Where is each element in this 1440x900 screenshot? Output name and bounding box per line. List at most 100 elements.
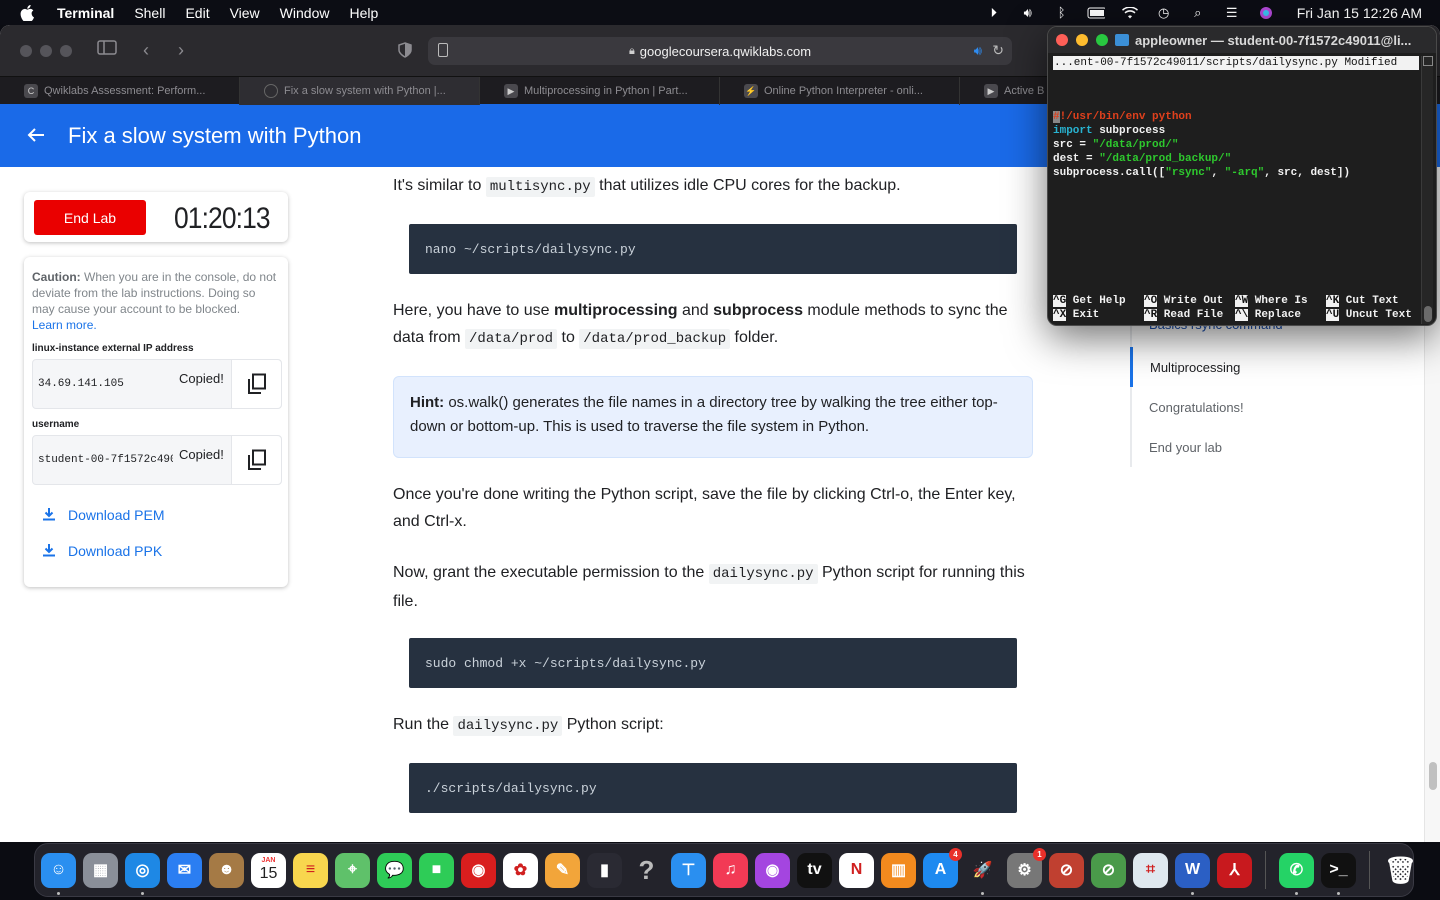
tab-qwiklabs-assessment[interactable]: C Qwiklabs Assessment: Perform... <box>0 77 240 105</box>
dock-app-whatsapp[interactable]: ✆ <box>1279 852 1314 895</box>
menubar-clock[interactable]: Fri Jan 15 12:26 AM <box>1297 5 1422 21</box>
forward-nav-icon[interactable]: › <box>178 40 184 61</box>
code-block-chmod[interactable]: sudo chmod +x ~/scripts/dailysync.py <box>409 638 1017 688</box>
dock-app-help[interactable]: ? <box>629 853 664 888</box>
page-scrollbar-thumb[interactable] <box>1429 762 1437 790</box>
volume-icon[interactable]: 🔊︎ <box>1019 5 1037 20</box>
dock-app-keynote[interactable]: ⊤ <box>671 852 706 888</box>
dock-trash[interactable]: 🗑 <box>1383 853 1418 888</box>
dock-app-blocked-app[interactable]: ⊘ <box>1049 852 1084 888</box>
reader-view-icon[interactable] <box>438 43 448 57</box>
dock-app-photo-booth[interactable]: ◉ <box>461 852 496 888</box>
dock-app-notes[interactable]: ≡ <box>293 852 328 888</box>
dock-app-finder[interactable]: ☺ <box>41 852 76 895</box>
terminal-scrollbar-thumb[interactable] <box>1424 306 1432 322</box>
dock-app-app-store[interactable]: A4 <box>923 847 962 888</box>
code-block-nano[interactable]: nano ~/scripts/dailysync.py <box>409 224 1017 274</box>
menu-app-name[interactable]: Terminal <box>57 5 114 21</box>
control-center-icon[interactable]: ☰ <box>1223 5 1241 20</box>
dock-app-python-launcher[interactable]: 🚀 <box>965 853 1000 895</box>
tab-audio-icon[interactable]: 🔊︎ <box>974 43 982 59</box>
dock-app-blocked-app-2[interactable]: ⊘ <box>1091 852 1126 888</box>
dock-app-music[interactable]: ♫ <box>713 852 748 888</box>
tab-fix-slow-system[interactable]: Fix a slow system with Python |... <box>240 77 480 105</box>
spotlight-icon[interactable]: ⌕ <box>1189 5 1207 20</box>
dock-app-facetime[interactable]: ■ <box>419 852 454 888</box>
download-ppk-label[interactable]: Download PPK <box>68 543 162 559</box>
copy-ip-button[interactable] <box>231 360 281 408</box>
time-machine-icon[interactable]: ◷ <box>1155 5 1173 20</box>
menu-help[interactable]: Help <box>349 5 378 21</box>
ip-address-value[interactable]: 34.69.141.105 <box>38 378 173 390</box>
dock-app-numbers[interactable]: ▮ <box>587 852 622 888</box>
terminal-scrollbar[interactable] <box>1421 56 1433 324</box>
tab-multiprocessing-video[interactable]: ▶ Multiprocessing in Python | Part... <box>480 77 720 105</box>
terminal-minimize-button[interactable] <box>1076 34 1088 46</box>
code-line: dest = "/data/prod_backup/" <box>1053 152 1350 166</box>
siri-icon[interactable] <box>1257 6 1275 20</box>
menu-view[interactable]: View <box>230 5 260 21</box>
wifi-icon[interactable] <box>1121 6 1139 20</box>
dock-app-contacts[interactable]: ☻ <box>209 852 244 888</box>
dock-app-maps[interactable]: ⌖ <box>335 852 370 888</box>
toc-item-end-lab[interactable]: End your lab <box>1130 427 1380 467</box>
dock-app-mail[interactable]: ✉ <box>167 852 202 888</box>
back-arrow-icon[interactable] <box>26 123 46 149</box>
dock-app-photos[interactable]: ✿ <box>503 852 538 888</box>
dock-app-terminal[interactable]: >_ <box>1321 852 1356 895</box>
notification-badge: 4 <box>949 847 962 861</box>
minimize-window-button[interactable] <box>40 44 52 57</box>
download-pem-label[interactable]: Download PEM <box>68 507 165 523</box>
photos-icon: ✿ <box>513 862 528 879</box>
battery-icon[interactable] <box>1087 6 1105 20</box>
dock-app-preview[interactable]: ⌗ <box>1133 852 1168 888</box>
back-nav-icon[interactable]: ‹ <box>143 40 149 61</box>
toc-item-congratulations[interactable]: Congratulations! <box>1130 387 1380 427</box>
toc-item-multiprocessing[interactable]: Multiprocessing <box>1130 347 1380 387</box>
acrobat-reader-icon: ⅄ <box>1229 862 1240 879</box>
menu-edit[interactable]: Edit <box>185 5 209 21</box>
menu-shell[interactable]: Shell <box>134 5 165 21</box>
reload-icon[interactable]: ↻ <box>992 42 1004 59</box>
dock-app-calendar[interactable]: JAN 15 <box>251 852 286 888</box>
terminal-titlebar[interactable]: appleowner — student-00-7f1572c49011@li.… <box>1048 27 1436 53</box>
end-lab-button[interactable]: End Lab <box>34 200 146 235</box>
ip-address-field[interactable]: 34.69.141.105 Copied! <box>32 359 282 409</box>
dock-app-messages[interactable]: 💬 <box>377 852 412 888</box>
terminal-zoom-button[interactable] <box>1096 34 1108 46</box>
screen-record-icon[interactable]: ⏵ <box>985 5 1003 20</box>
sidebar-toggle-icon[interactable] <box>97 40 117 61</box>
download-ppk-link[interactable]: Download PPK <box>42 533 280 569</box>
dock-app-system-preferences[interactable]: ⚙ 1 <box>1007 847 1046 888</box>
apple-menu-icon[interactable] <box>20 4 40 21</box>
dock-app-tv[interactable]: tv <box>797 852 832 888</box>
copy-username-button[interactable] <box>231 436 281 484</box>
dock-app-acrobat-reader[interactable]: ⅄ <box>1217 852 1252 888</box>
dock-app-podcasts[interactable]: ◉ <box>755 852 790 888</box>
menu-window[interactable]: Window <box>280 5 330 21</box>
url-text[interactable]: googlecoursera.qwiklabs.com <box>640 44 811 59</box>
learn-more-link[interactable]: Learn more. <box>32 318 97 332</box>
dock-app-pages[interactable]: ✎ <box>545 852 580 888</box>
dock-app-launchpad[interactable]: ▦ <box>83 852 118 888</box>
close-window-button[interactable] <box>20 44 32 57</box>
terminal-window[interactable]: appleowner — student-00-7f1572c49011@li.… <box>1047 26 1437 326</box>
terminal-close-button[interactable] <box>1056 34 1068 46</box>
address-bar[interactable]: 🔒︎ googlecoursera.qwiklabs.com 🔊︎ ↻ <box>428 37 1012 65</box>
download-pem-link[interactable]: Download PEM <box>42 497 280 533</box>
code-block-run[interactable]: ./scripts/dailysync.py <box>409 763 1017 813</box>
dock-app-microsoft-word[interactable]: W <box>1175 852 1210 895</box>
tab-online-python-interpreter[interactable]: ⚡ Online Python Interpreter - onli... <box>720 77 960 105</box>
dock-app-news[interactable]: N <box>839 852 874 888</box>
mail-icon: ✉ <box>177 862 192 879</box>
dock-app-books[interactable]: ▥ <box>881 852 916 888</box>
nano-buffer[interactable]: #!/usr/bin/env python import subprocess … <box>1053 110 1350 180</box>
username-value[interactable]: student-00-7f1572c49011 <box>38 454 173 466</box>
bluetooth-icon[interactable]: ᛒ <box>1053 5 1071 20</box>
privacy-shield-icon[interactable] <box>398 42 412 63</box>
username-field[interactable]: student-00-7f1572c49011 Copied! <box>32 435 282 485</box>
notes-icon: ≡ <box>305 861 316 878</box>
dock-app-safari[interactable]: ◎ <box>125 852 160 895</box>
zoom-window-button[interactable] <box>60 44 72 57</box>
nano-editor[interactable]: ...ent-00-7f1572c49011/scripts/dailysync… <box>1048 53 1436 325</box>
